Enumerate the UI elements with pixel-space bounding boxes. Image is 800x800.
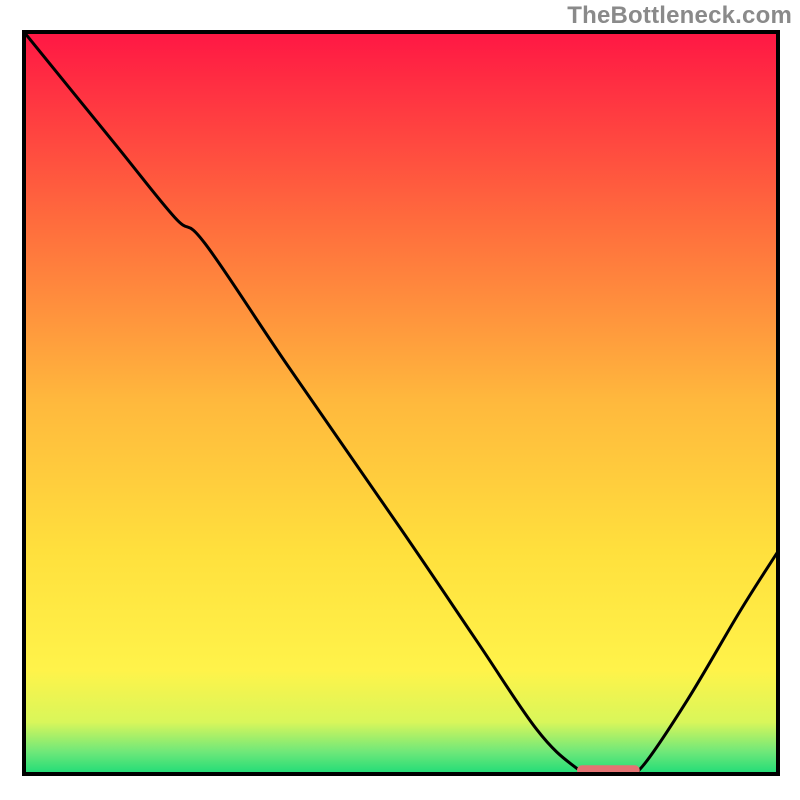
bottleneck-chart bbox=[0, 0, 800, 800]
gradient-background bbox=[24, 32, 778, 774]
watermark-text: TheBottleneck.com bbox=[567, 2, 792, 30]
chart-container: { "watermark": "TheBottleneck.com", "cha… bbox=[0, 0, 800, 800]
